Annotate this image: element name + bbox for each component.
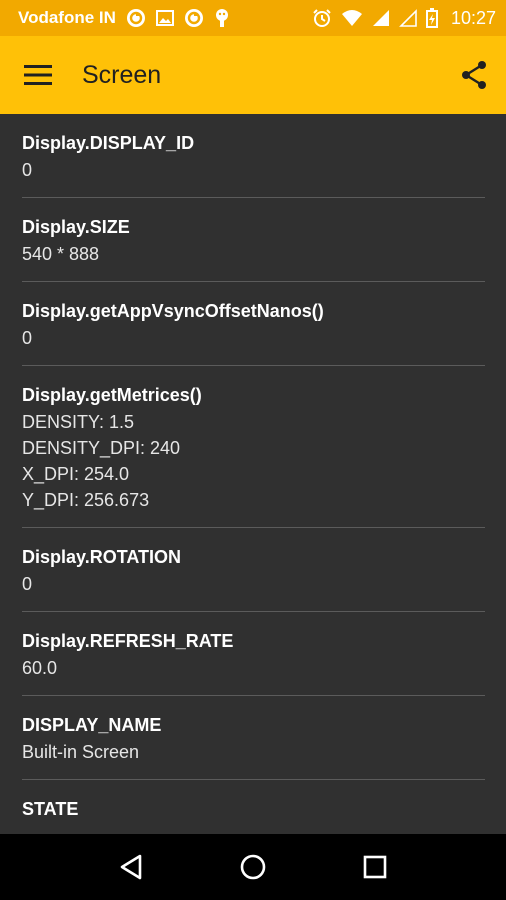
android-icon [215,9,228,27]
list-item: Display.REFRESH_RATE 60.0 [0,612,506,695]
item-value: Built-in Screen [22,742,140,762]
sync-icon [126,9,145,27]
item-label: Display.getMetrices() [22,385,202,405]
clock: 10:27 [450,7,496,28]
image-icon [155,10,174,26]
item-value: 0 [22,574,33,594]
sync-icon [184,9,203,27]
signal-icon [372,10,389,26]
alarm-icon [313,9,331,27]
back-button[interactable] [111,847,151,887]
list-item: DISPLAY_NAME Built-in Screen [0,696,506,779]
recents-icon [363,855,387,879]
list-item: Display.getMetrices() DENSITY: 1.5 DENSI… [0,366,506,527]
back-icon [120,854,142,880]
item-label: DISPLAY_NAME [22,715,162,735]
home-button[interactable] [233,847,273,887]
item-value: 0 [22,160,33,180]
recents-button[interactable] [355,847,395,887]
app-toolbar: Screen [0,36,506,114]
wifi-icon [341,10,362,26]
info-list[interactable]: Display.DISPLAY_ID 0 Display.SIZE 540 * … [0,114,506,834]
item-value: 540 * 888 [22,244,100,264]
page-title: Screen [82,60,162,89]
item-label: Display.getAppVsyncOffsetNanos() [22,301,324,321]
list-item: Display.DISPLAY_ID 0 [0,114,506,197]
item-value: 0 [22,328,33,348]
navigation-bar [0,834,506,900]
item-label: Display.REFRESH_RATE [22,631,234,651]
item-label: Display.DISPLAY_ID [22,133,195,153]
list-item: Display.ROTATION 0 [0,528,506,611]
item-value: 60.0 [22,658,58,678]
battery-charging-icon [425,8,438,28]
item-label: Display.ROTATION [22,547,182,567]
share-icon[interactable] [460,60,488,90]
carrier-name: Vodafone IN [18,8,116,27]
status-bar: Vodafone IN 10:27 [0,0,506,36]
signal-empty-icon [399,9,417,27]
item-label: Display.SIZE [22,217,130,237]
list-item: Display.getAppVsyncOffsetNanos() 0 [0,282,506,365]
item-label: STATE [22,799,79,819]
list-item: STATE [0,780,506,823]
list-item: Display.SIZE 540 * 888 [0,198,506,281]
item-value: DENSITY: 1.5 DENSITY_DPI: 240 X_DPI: 254… [22,412,181,510]
menu-icon[interactable] [24,64,52,86]
home-icon [240,854,266,880]
